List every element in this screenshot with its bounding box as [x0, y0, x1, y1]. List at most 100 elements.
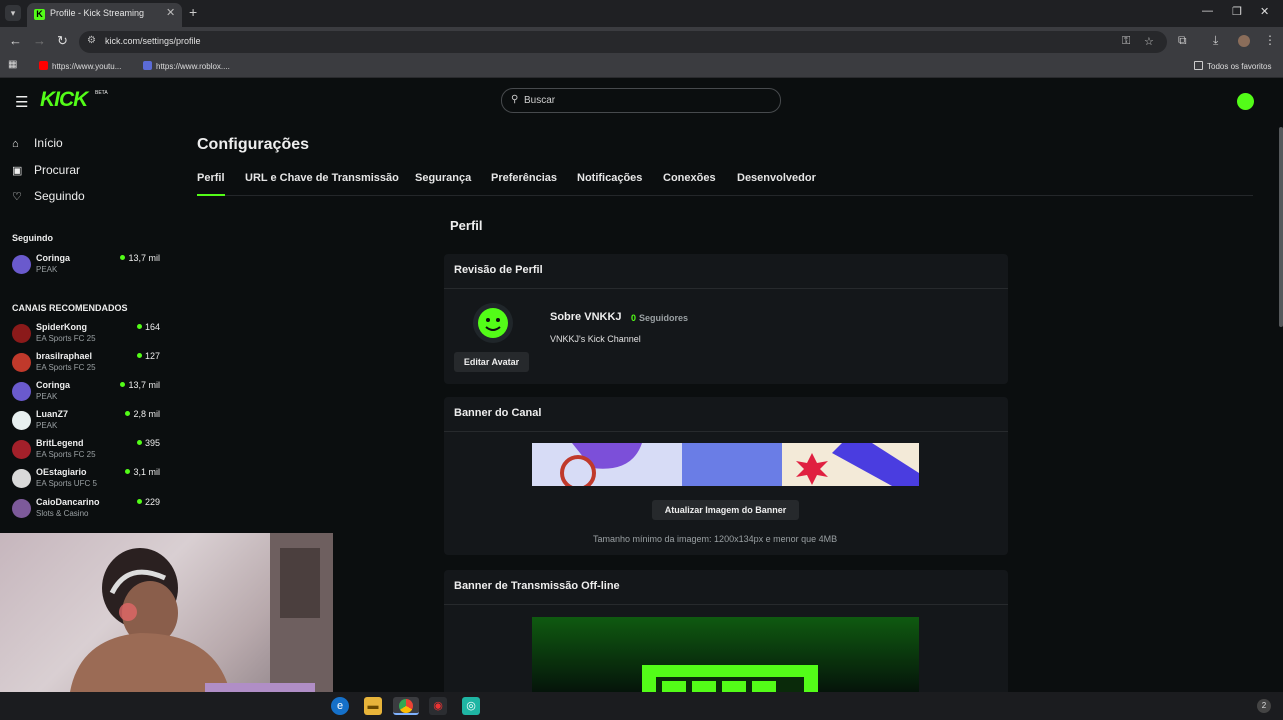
channel-name: OEstagiario: [36, 467, 87, 477]
page-scrollbar[interactable]: [1279, 127, 1283, 327]
tab-connections[interactable]: Conexões: [663, 172, 716, 184]
all-bookmarks[interactable]: Todos os favoritos: [1194, 61, 1271, 71]
recommended-channel[interactable]: brasilraphael EA Sports FC 25 127: [12, 351, 160, 379]
channel-category: EA Sports UFC 5: [36, 479, 97, 488]
kick-logo[interactable]: KICK: [40, 88, 88, 112]
avatar: [12, 324, 31, 343]
followers-count: 0: [631, 313, 637, 323]
chrome-icon[interactable]: [393, 697, 419, 715]
webcam-feed-image: [70, 533, 333, 692]
minimize-icon[interactable]: —: [1202, 5, 1213, 17]
channel-bio: VNKKJ's Kick Channel: [550, 334, 641, 344]
bookmark-roblox[interactable]: https://www.roblox....: [143, 61, 230, 71]
viewer-count: 395: [136, 438, 160, 448]
recording-app-icon[interactable]: ◉: [429, 697, 447, 715]
divider: [444, 431, 1008, 432]
back-icon[interactable]: ←: [9, 33, 22, 48]
reload-icon[interactable]: ↻: [57, 33, 68, 49]
page-title: Configurações: [197, 136, 310, 153]
tab-stream-key[interactable]: URL e Chave de Transmissão: [245, 172, 399, 184]
bookmarks-bar: ▦ https://www.youtu... https://www.roblo…: [0, 56, 1283, 78]
recommended-channel[interactable]: OEstagiario EA Sports UFC 5 3,1 mil: [12, 467, 160, 495]
avatar: [12, 440, 31, 459]
viewer-count-value: 2,8 mil: [133, 409, 160, 419]
forward-icon[interactable]: →: [33, 33, 46, 48]
tab-preferences[interactable]: Preferências: [491, 172, 557, 184]
apps-grid-icon[interactable]: ▦: [8, 59, 17, 70]
bookmark-star-icon[interactable]: ☆: [1144, 35, 1154, 48]
about-title: Sobre VNKKJ: [550, 311, 622, 323]
viewer-count-value: 3,1 mil: [133, 467, 160, 477]
following-heading: Seguindo: [12, 233, 53, 243]
channel-category: PEAK: [36, 392, 58, 401]
home-icon: ⌂: [12, 138, 19, 150]
viewer-count-value: 13,7 mil: [128, 380, 160, 390]
update-banner-button[interactable]: Atualizar Imagem do Banner: [652, 500, 799, 520]
avatar: [12, 411, 31, 430]
tab-notifications[interactable]: Notificações: [577, 172, 642, 184]
followers-label: Seguidores: [639, 313, 689, 323]
tab-profile[interactable]: Perfil: [197, 172, 225, 196]
roblox-icon: [143, 61, 152, 70]
downloads-icon[interactable]: ⤓: [1213, 33, 1218, 48]
beta-badge: BETA: [95, 90, 108, 96]
sidebar-item-label: Início: [34, 136, 63, 150]
kick-favicon-icon: K: [34, 9, 45, 20]
notification-icon[interactable]: 2: [1257, 699, 1271, 713]
site-header: ☰ KICK BETA ⚲: [0, 80, 1283, 122]
new-tab-icon[interactable]: +: [189, 4, 197, 20]
extensions-icon[interactable]: ⧉: [1178, 33, 1187, 48]
channel-banner-card: Banner do Canal Atualizar Imagem do Bann…: [444, 397, 1008, 555]
recommended-channel[interactable]: LuanZ7 PEAK 2,8 mil: [12, 409, 160, 437]
recommended-channel[interactable]: SpiderKong EA Sports FC 25 164: [12, 322, 160, 350]
tab-search-button[interactable]: ▾: [5, 5, 21, 21]
channel-banner-image: [532, 443, 919, 486]
edge-icon[interactable]: e: [331, 697, 349, 715]
browser-tab[interactable]: K Profile - Kick Streaming ✕: [27, 3, 182, 27]
channel-category: PEAK: [36, 421, 58, 430]
bookmark-youtube[interactable]: https://www.youtu...: [39, 61, 121, 71]
site-info-icon[interactable]: ⚙: [87, 35, 96, 46]
address-bar[interactable]: ⚙ kick.com/settings/profile ⚿ ☆: [79, 31, 1167, 53]
sidebar-item-label: Procurar: [34, 163, 81, 177]
url-text[interactable]: kick.com/settings/profile: [105, 36, 201, 46]
tab-close-icon[interactable]: ✕: [166, 6, 175, 19]
file-explorer-icon[interactable]: ▬: [364, 697, 382, 715]
channel-category: PEAK: [36, 265, 58, 274]
recommended-heading: CANAIS RECOMENDADOS: [12, 303, 128, 313]
live-dot-icon: [120, 382, 126, 387]
card-heading: Banner do Canal: [454, 407, 542, 419]
following-channel[interactable]: Coringa PEAK 13,7 mil: [12, 253, 160, 281]
menu-dots-icon[interactable]: ⋮: [1264, 33, 1276, 47]
edit-avatar-button[interactable]: Editar Avatar: [454, 352, 529, 372]
avatar: [12, 499, 31, 518]
recommended-channel[interactable]: CaioDancarino Slots & Casino 229: [12, 497, 160, 525]
offline-banner-image: [532, 617, 919, 692]
user-avatar[interactable]: [1237, 93, 1254, 110]
tab-developer[interactable]: Desenvolvedor: [737, 172, 816, 184]
live-dot-icon: [125, 411, 131, 416]
browse-icon: ▣: [12, 165, 23, 177]
channel-category: EA Sports FC 25: [36, 450, 96, 459]
folder-icon: [1194, 61, 1203, 70]
browser-tab-strip: ▾ K Profile - Kick Streaming ✕ + — ❐ ✕: [0, 0, 1283, 27]
sidebar-item-browse[interactable]: ▣ Procurar: [12, 163, 80, 177]
sidebar-item-following[interactable]: ♡ Seguindo: [12, 189, 85, 203]
viewer-count: 13,7 mil: [120, 380, 160, 390]
hamburger-menu-icon[interactable]: ☰: [15, 93, 28, 111]
restore-icon[interactable]: ❐: [1232, 5, 1242, 18]
webcam-overlay: [0, 533, 333, 692]
window-close-icon[interactable]: ✕: [1260, 5, 1269, 18]
divider: [444, 604, 1008, 605]
tab-security[interactable]: Segurança: [415, 172, 471, 184]
app-icon[interactable]: ◎: [462, 697, 480, 715]
profile-avatar-icon[interactable]: [1238, 35, 1250, 47]
search-box[interactable]: ⚲: [501, 88, 781, 113]
viewer-count-value: 13,7 mil: [128, 253, 160, 263]
recommended-channel[interactable]: BritLegend EA Sports FC 25 395: [12, 438, 160, 466]
search-input[interactable]: [524, 92, 774, 109]
password-key-icon[interactable]: ⚿: [1122, 35, 1130, 48]
sidebar-item-home[interactable]: ⌂ Início: [12, 136, 63, 150]
recommended-channel[interactable]: Coringa PEAK 13,7 mil: [12, 380, 160, 408]
viewer-count-value: 395: [144, 438, 160, 448]
